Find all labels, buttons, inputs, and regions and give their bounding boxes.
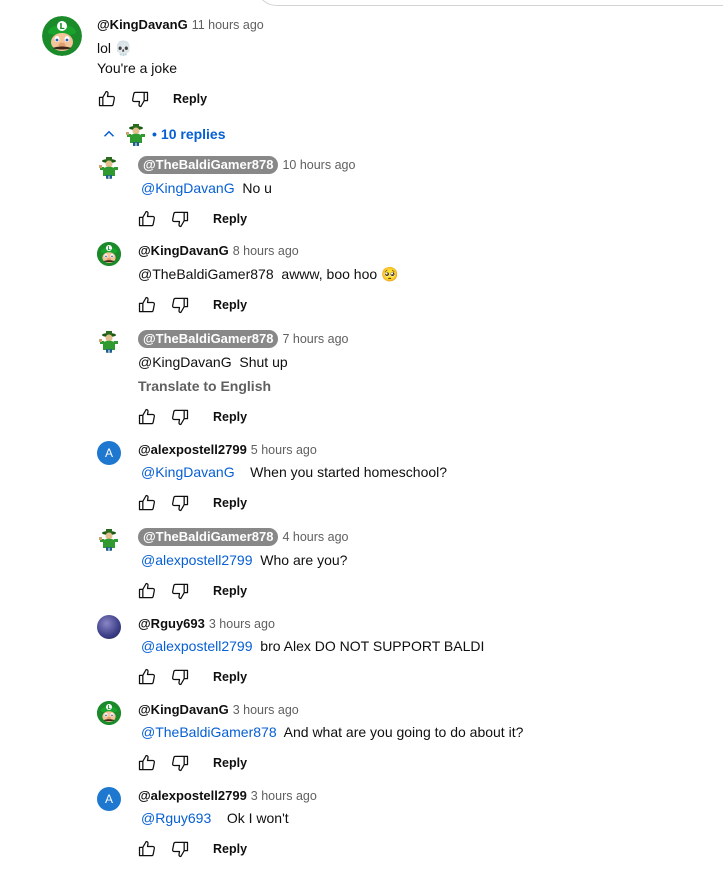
dislike-icon[interactable] (168, 837, 192, 861)
reply-text: @TheBaldiGamer878 awww, boo hoo 🥺 (138, 266, 399, 282)
comment-actions: Reply (95, 87, 213, 111)
luigi-avatar-icon[interactable] (42, 16, 82, 56)
reply-author[interactable]: @KingDavanG (138, 243, 229, 258)
reply-button[interactable]: Reply (207, 492, 253, 514)
mention-link[interactable]: @KingDavanG (141, 180, 235, 196)
creator-author-chip[interactable]: @TheBaldiGamer878 (138, 156, 279, 174)
letter-avatar[interactable]: A (97, 787, 121, 811)
comment-text-line2: You're a joke (97, 60, 177, 76)
translate-link[interactable]: Translate to English (138, 376, 271, 396)
letter-avatar[interactable]: A (97, 441, 121, 465)
mention-link[interactable]: @KingDavanG (141, 464, 235, 480)
luigi-avatar-icon[interactable] (97, 242, 121, 266)
reply-text: @KingDavanG Shut up (138, 354, 288, 370)
chevron-up-icon (103, 130, 115, 137)
creator-author-chip[interactable]: @TheBaldiGamer878 (138, 330, 279, 348)
dislike-icon[interactable] (168, 491, 192, 515)
creator-avatar-icon (124, 122, 148, 146)
comment-header: @KingDavanG 11 hours ago (97, 17, 264, 33)
search-bar-edge[interactable] (255, 0, 723, 6)
dislike-icon[interactable] (168, 665, 192, 689)
reply-author[interactable]: @alexpostell2799 (138, 442, 247, 457)
reply-button[interactable]: Reply (207, 294, 253, 316)
comment-text-line1: lol 💀 (97, 40, 133, 56)
like-icon[interactable] (135, 293, 159, 317)
reply-time[interactable]: 5 hours ago (251, 443, 317, 457)
like-icon[interactable] (135, 405, 159, 429)
mention-link[interactable]: @Rguy693 (141, 810, 211, 826)
dislike-icon[interactable] (168, 207, 192, 231)
baldi-avatar-icon[interactable] (97, 527, 121, 551)
reply-header: @alexpostell2799 5 hours ago (138, 442, 317, 458)
reply-text: @TheBaldiGamer878 And what are you going… (141, 724, 524, 740)
reply-time[interactable]: 4 hours ago (282, 530, 348, 544)
reply-actions: Reply (135, 405, 253, 429)
replies-count-label: 10 replies (160, 126, 226, 142)
reply-button[interactable]: Reply (207, 838, 253, 860)
reply-text: @Rguy693 Ok I won't (141, 810, 289, 826)
luigi-avatar-icon[interactable] (97, 701, 121, 725)
mention-link[interactable]: @alexpostell2799 (141, 638, 253, 654)
comment-author[interactable]: @KingDavanG (97, 17, 188, 32)
rguy-avatar-icon[interactable] (97, 615, 121, 639)
mention-text: @TheBaldiGamer878 (138, 266, 274, 282)
dislike-icon[interactable] (168, 579, 192, 603)
reply-header: @TheBaldiGamer878 7 hours ago (138, 330, 348, 348)
reply-actions: Reply (135, 491, 253, 515)
reply-actions: Reply (135, 751, 253, 775)
reply-actions: Reply (135, 207, 253, 231)
reply-time[interactable]: 10 hours ago (282, 158, 355, 172)
reply-text: @alexpostell2799 bro Alex DO NOT SUPPORT… (141, 638, 485, 654)
creator-author-chip[interactable]: @TheBaldiGamer878 (138, 528, 279, 546)
baldi-avatar-icon[interactable] (97, 155, 121, 179)
dislike-icon[interactable] (168, 751, 192, 775)
reply-author[interactable]: @KingDavanG (138, 702, 229, 717)
reply-button[interactable]: Reply (167, 88, 213, 110)
reply-header: @KingDavanG 3 hours ago (138, 702, 299, 718)
replies-toggle-button[interactable]: • 10 replies (100, 122, 226, 146)
like-icon[interactable] (135, 751, 159, 775)
reply-time[interactable]: 8 hours ago (233, 244, 299, 258)
reply-header: @alexpostell2799 3 hours ago (138, 788, 317, 804)
baldi-avatar-icon[interactable] (97, 329, 121, 353)
dislike-icon[interactable] (128, 87, 152, 111)
reply-header: @TheBaldiGamer878 4 hours ago (138, 528, 348, 546)
like-icon[interactable] (135, 837, 159, 861)
reply-header: @TheBaldiGamer878 10 hours ago (138, 156, 355, 174)
mention-link[interactable]: @TheBaldiGamer878 (141, 724, 277, 740)
reply-time[interactable]: 7 hours ago (282, 332, 348, 346)
like-icon[interactable] (135, 207, 159, 231)
mention-link[interactable]: @alexpostell2799 (141, 552, 253, 568)
reply-actions: Reply (135, 837, 253, 861)
reply-button[interactable]: Reply (207, 580, 253, 602)
like-icon[interactable] (135, 491, 159, 515)
reply-button[interactable]: Reply (207, 208, 253, 230)
dislike-icon[interactable] (168, 405, 192, 429)
reply-text: @KingDavanG When you started homeschool? (141, 464, 448, 480)
reply-actions: Reply (135, 293, 253, 317)
like-icon[interactable] (95, 87, 119, 111)
reply-actions: Reply (135, 579, 253, 603)
bullet-separator: • (152, 126, 157, 142)
mention-text: @KingDavanG (138, 354, 232, 370)
reply-time[interactable]: 3 hours ago (233, 703, 299, 717)
reply-header: @KingDavanG 8 hours ago (138, 243, 299, 259)
reply-actions: Reply (135, 665, 253, 689)
reply-author[interactable]: @Rguy693 (138, 616, 205, 631)
comment-time[interactable]: 11 hours ago (192, 18, 264, 32)
reply-time[interactable]: 3 hours ago (209, 617, 275, 631)
like-icon[interactable] (135, 665, 159, 689)
reply-time[interactable]: 3 hours ago (251, 789, 317, 803)
like-icon[interactable] (135, 579, 159, 603)
reply-text: @alexpostell2799 Who are you? (141, 552, 348, 568)
reply-button[interactable]: Reply (207, 666, 253, 688)
reply-button[interactable]: Reply (207, 406, 253, 428)
reply-header: @Rguy693 3 hours ago (138, 616, 275, 632)
reply-button[interactable]: Reply (207, 752, 253, 774)
reply-author[interactable]: @alexpostell2799 (138, 788, 247, 803)
reply-text: @KingDavanG No u (141, 180, 272, 196)
dislike-icon[interactable] (168, 293, 192, 317)
